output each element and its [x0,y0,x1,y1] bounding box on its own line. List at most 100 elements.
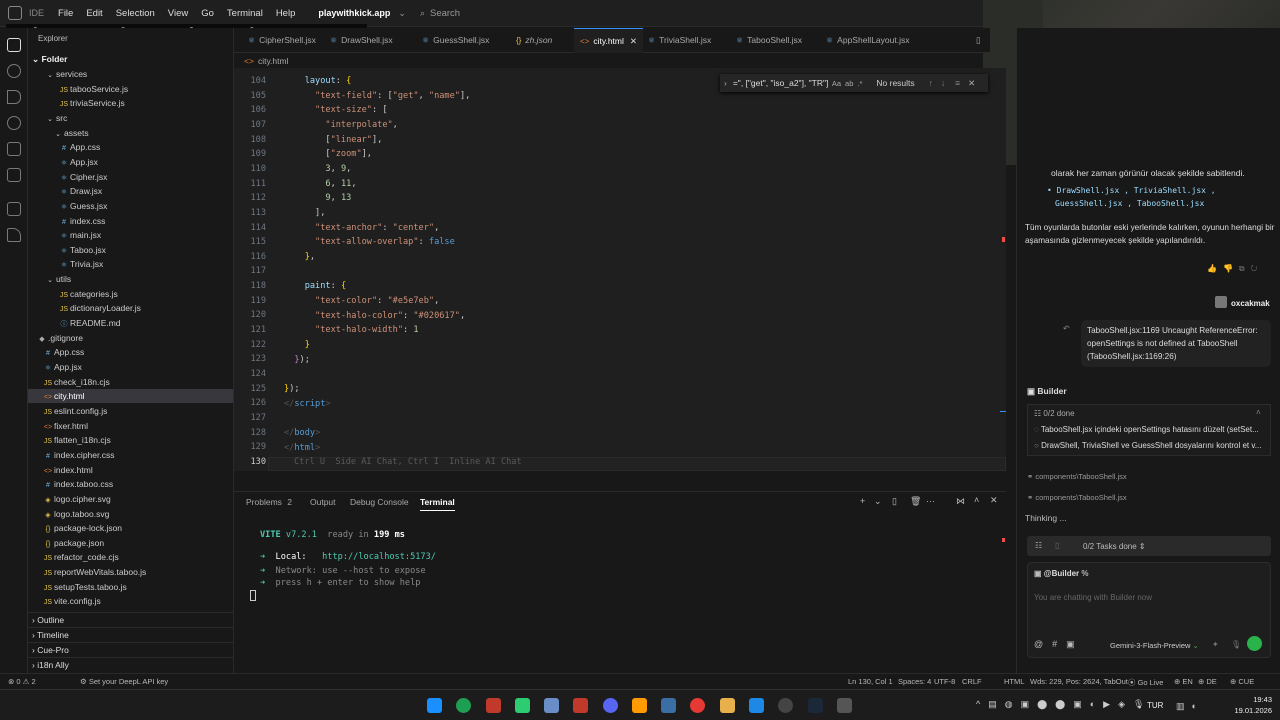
tab-output[interactable]: Output [310,497,336,507]
match-case-toggle[interactable]: Aa [832,79,841,88]
close-icon[interactable]: ✕ [630,36,637,46]
recorder-icon[interactable] [690,698,705,713]
file-item[interactable]: ⚛ Guess.jsx [28,199,233,213]
vivaldi-icon[interactable] [486,698,501,713]
steam-icon[interactable] [808,698,823,713]
arrow-up-icon[interactable]: ↑ [929,78,933,88]
settings-app-icon[interactable] [778,698,793,713]
chat-mode[interactable]: ▣ @Builder % [1034,569,1089,578]
app-icon[interactable] [837,698,852,713]
close-icon[interactable]: ✕ [990,495,998,506]
arrow-down-icon[interactable]: ↓ [941,78,945,88]
more-icon[interactable]: ··· [926,496,935,506]
problems-status[interactable]: ⊗ 0 ⚠ 2 [8,677,36,686]
file-item[interactable]: {} package-lock.json [28,521,233,535]
tab-guessshell[interactable]: ⚛ GuessShell.jsx [422,28,489,53]
menu-edit[interactable]: Edit [86,8,102,19]
layout-icon[interactable]: ⋈ [956,496,965,507]
chrome-icon[interactable] [456,698,471,713]
file-item[interactable]: JS vite.config.js [28,594,233,608]
tab-triviashell[interactable]: ⚛ TriviaShell.jsx [648,28,711,53]
tab-ciphershell[interactable]: ⚛ CipherShell.jsx [248,28,316,53]
tab-debug-console[interactable]: Debug Console [350,497,409,507]
tab-problems[interactable]: Problems 2 [246,497,292,507]
network-volume-icons[interactable]: ▥◖ [1176,701,1202,712]
file-item[interactable]: {} package.json [28,536,233,550]
microphone-icon[interactable]: 🎙 [1231,640,1241,649]
split-terminal-icon[interactable]: ▯ [892,496,897,507]
file-item[interactable]: ◈ logo.cipher.svg [28,492,233,506]
regex-toggle[interactable]: .* [857,79,862,88]
clock-date[interactable]: 19.01.2026 [1212,706,1272,715]
file-reference[interactable]: ⚭ components\TabooShell.jsx [1027,472,1127,481]
folder-root[interactable]: ⌄ Folder [28,52,233,66]
send-button[interactable] [1247,636,1262,651]
whole-word-icon[interactable]: ab [845,79,853,88]
section-outline[interactable]: › Outline [28,612,233,626]
file-item[interactable]: <> city.html [28,389,233,404]
locale-status[interactable]: ⊕ EN [1174,677,1193,686]
file-item[interactable]: ⚛ Cipher.jsx [28,170,233,184]
edge-icon[interactable] [749,698,764,713]
file-item[interactable]: ⚛ Trivia.jsx [28,257,233,271]
file-explorer-icon[interactable] [720,698,735,713]
file-item[interactable]: <> fixer.html [28,419,233,433]
file-item[interactable]: JS check_i18n.cjs [28,375,233,389]
cursor-position[interactable]: Ln 130, Col 1 [848,677,893,686]
maximize-icon[interactable]: ˄ [974,495,979,505]
file-item[interactable]: JS refactor_code.cjs [28,550,233,564]
file-item[interactable]: JS dictionaryLoader.js [28,301,233,315]
file-item[interactable]: ⚛ main.jsx [28,228,233,242]
task-item[interactable]: ◌ TabooShell.jsx içindeki openSettings h… [1034,425,1259,434]
menu-file[interactable]: File [58,8,73,19]
file-item[interactable]: JS tabooService.js [28,82,233,96]
input-toolbar-icons[interactable]: @#▣ [1034,639,1084,650]
discord-icon[interactable] [603,698,618,713]
chat-input[interactable]: You are chatting with Builder now [1034,593,1152,602]
file-item[interactable]: JS reportWebVitals.taboo.js [28,565,233,579]
file-item[interactable]: # App.css [28,140,233,154]
ide-taskbar-icon[interactable] [515,698,530,713]
section-cue-pro[interactable]: › Cue-Pro [28,642,233,656]
go-live-button[interactable]: ⦿ Go Live [1128,677,1163,688]
locale2-status[interactable]: ⊕ DE [1198,677,1217,686]
tab-terminal[interactable]: Terminal [420,497,455,511]
explorer-icon[interactable] [7,38,21,52]
sparkle-icon[interactable]: ✦ [1212,640,1219,649]
split-editor-icon[interactable]: ▯ [976,28,981,53]
pin-icon[interactable] [7,228,21,242]
folder-item[interactable]: ⌄ assets [28,126,233,140]
chevron-right-icon[interactable]: › [724,78,727,88]
model-selector[interactable]: Gemini-3-Flash-Preview ⌄ [1110,641,1199,650]
file-item[interactable]: JS categories.js [28,287,233,301]
file-item[interactable]: <> index.html [28,463,233,477]
clock-time[interactable]: 19:43 [1226,695,1272,704]
section-i18n-ally[interactable]: › i18n Ally [28,657,233,671]
folder-item[interactable]: ⌄ services [28,67,233,81]
file-item[interactable]: JS triviaService.js [28,96,233,110]
file-item[interactable]: ⚛ App.jsx [28,155,233,169]
project-name[interactable]: playwithkick.app [318,8,390,18]
file-item[interactable]: ◈ logo.taboo.svg [28,507,233,521]
menu-selection[interactable]: Selection [116,8,155,19]
chevron-up-icon[interactable]: ˄ [1256,408,1261,417]
file-item[interactable]: ⚛ App.jsx [28,360,233,374]
feedback-icons[interactable]: 👍👎⧉↻ [1207,264,1263,274]
tab-zh-json[interactable]: {} zh.json [516,28,552,53]
file-item[interactable]: # App.css [28,345,233,359]
illustrator-icon[interactable] [632,698,647,713]
menu-terminal[interactable]: Terminal [227,8,263,19]
code-editor[interactable]: 104 105 106 107 108 109 110 111 112 113 114 115 116 1… [234,68,1006,471]
menu-go[interactable]: Go [201,8,214,19]
chevron-down-icon[interactable]: ⌄ [874,496,882,507]
source-control-icon[interactable] [7,90,21,104]
keyboard-language[interactable]: TUR [1147,701,1163,710]
tab-city-html[interactable]: <> city.html ✕ [574,28,644,53]
task-item[interactable]: ○ DrawShell, TriviaShell ve GuessShell d… [1034,441,1261,450]
cue-status[interactable]: ⊕ CUE [1230,677,1254,686]
file-item[interactable]: ⚛ Taboo.jsx [28,243,233,257]
remote-icon[interactable] [7,168,21,182]
menu-view[interactable]: View [168,8,188,19]
tab-appshelllayout[interactable]: ⚛ AppShellLayout.jsx [826,28,909,53]
file-reference[interactable]: ⚭ components\TabooShell.jsx [1027,493,1127,502]
